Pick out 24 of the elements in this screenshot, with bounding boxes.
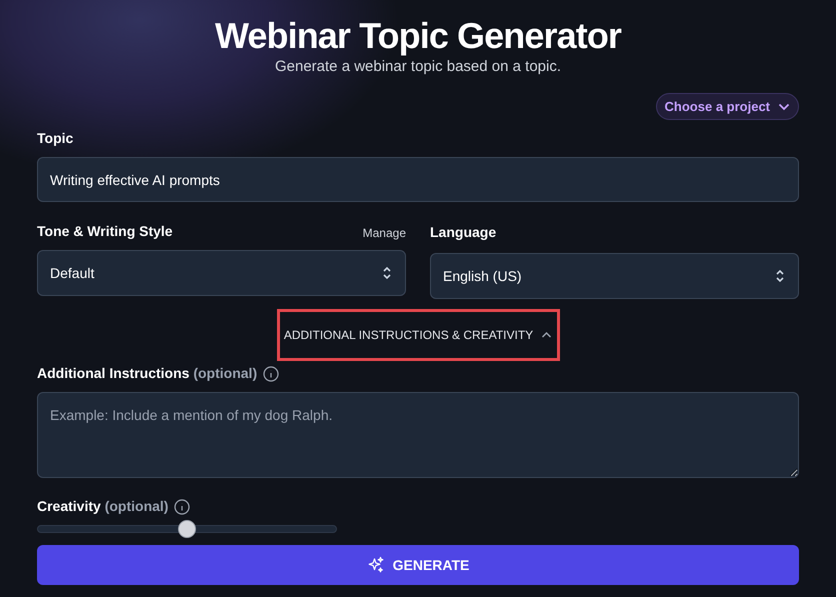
page-subtitle: Generate a webinar topic based on a topic.: [274, 58, 562, 76]
updown-icon: [381, 265, 393, 281]
info-icon: [263, 366, 280, 382]
field-label: Creativity (optional): [37, 497, 168, 516]
updown-icon: [774, 268, 786, 284]
generate-button[interactable]: GENERATE: [37, 545, 799, 585]
field-label: Additional Instructions (optional): [37, 364, 258, 383]
section-toggle[interactable]: ADDITIONAL INSTRUCTIONS & CREATIVITY: [284, 326, 552, 344]
creativity-slider-thumb[interactable]: [178, 520, 196, 538]
field-label: Language: [430, 224, 496, 240]
field-label: Topic: [37, 129, 74, 148]
sparkles-icon: [366, 556, 385, 574]
instructions-field[interactable]: Example: Include a mention of my dog Ralph.: [37, 392, 799, 478]
language-select[interactable]: English (US): [430, 253, 799, 299]
info-icon: [174, 498, 190, 514]
select-value: Default: [50, 264, 94, 282]
manage-link[interactable]: Manage: [362, 224, 406, 242]
select-value: English (US): [443, 266, 522, 286]
project-dropdown[interactable]: Choose a project: [656, 93, 799, 120]
topic-field[interactable]: Writing effective AI prompts: [37, 157, 799, 202]
tone-select[interactable]: Default: [37, 250, 406, 296]
chevron-down-icon: [778, 102, 790, 110]
page-title: Webinar Topic Generator: [214, 14, 622, 58]
field-label: Tone & Writing Style: [37, 222, 173, 241]
